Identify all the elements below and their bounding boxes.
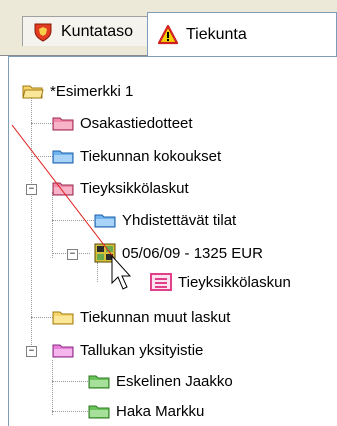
overlay [11, 124, 132, 290]
tab-label: Tiekunta [186, 25, 247, 43]
warning-triangle-icon [157, 24, 179, 45]
annotation-line [11, 124, 115, 259]
cursor-icon [111, 254, 132, 290]
tab-tiekunta[interactable]: Tiekunta [147, 12, 337, 56]
